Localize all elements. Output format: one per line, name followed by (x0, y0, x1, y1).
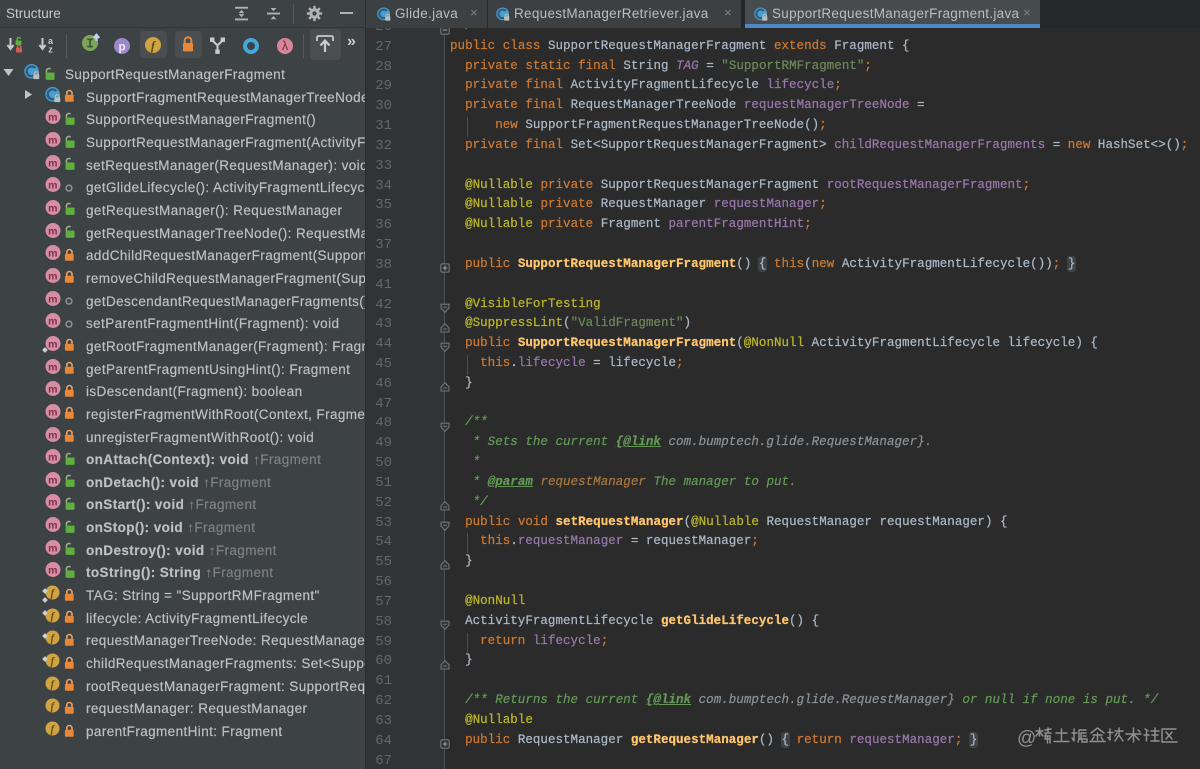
svg-text:m: m (48, 293, 58, 305)
svg-text:m: m (48, 157, 58, 169)
svg-text:m: m (48, 406, 58, 418)
svg-text:z: z (48, 45, 53, 55)
svg-text:m: m (48, 248, 58, 260)
svg-text:m: m (48, 112, 58, 124)
svg-text:m: m (48, 180, 58, 192)
svg-text:m: m (48, 542, 58, 554)
svg-text:m: m (48, 497, 58, 509)
svg-text:m: m (48, 520, 58, 532)
svg-text:m: m (48, 474, 58, 486)
svg-text:m: m (48, 270, 58, 282)
svg-text:m: m (48, 135, 58, 147)
svg-text:m: m (48, 384, 58, 396)
svg-text:m: m (48, 452, 58, 464)
svg-text:m: m (48, 225, 58, 237)
svg-text:m: m (48, 316, 58, 328)
svg-text:m: m (48, 202, 58, 214)
svg-text:m: m (48, 429, 58, 441)
svg-text:m: m (48, 338, 58, 350)
svg-text:p: p (118, 42, 125, 54)
svg-text:m: m (48, 361, 58, 373)
svg-text:λ: λ (282, 39, 289, 53)
svg-text:m: m (48, 565, 58, 577)
